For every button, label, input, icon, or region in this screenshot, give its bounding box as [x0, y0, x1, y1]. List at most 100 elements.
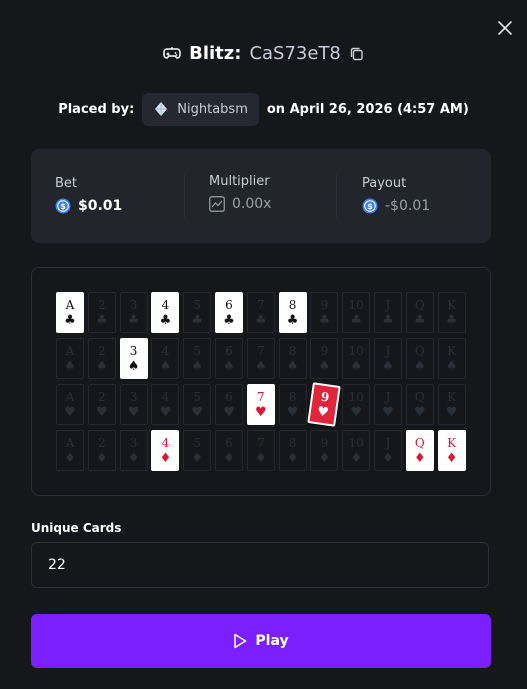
card-5-spades: 5 ♠ [183, 338, 212, 379]
card-j-clubs: J ♣ [374, 292, 402, 333]
card-9-clubs: 9 ♣ [310, 292, 339, 333]
card-10-diamonds: 10 ♦ [342, 430, 371, 471]
gamepad-icon [163, 47, 181, 59]
card-rank: 10 [348, 343, 364, 358]
card-rank: J [385, 297, 391, 312]
spades-suit-icon: ♠ [382, 358, 394, 374]
card-rank: 6 [225, 435, 233, 450]
spades-suit-icon: ♠ [318, 358, 331, 374]
user-chip[interactable]: Nightabsm [142, 92, 259, 126]
spades-suit-icon: ♠ [413, 358, 426, 374]
hearts-suit-icon: ♥ [127, 404, 140, 420]
clubs-suit-icon: ♣ [445, 312, 458, 328]
card-rank: K [447, 435, 457, 450]
clubs-suit-icon: ♣ [64, 312, 76, 328]
copy-icon[interactable] [349, 46, 364, 61]
diamonds-suit-icon: ♦ [159, 450, 172, 466]
card-7-hearts: 7 ♥ [246, 384, 275, 425]
card-rank: Q [414, 343, 425, 358]
clubs-suit-icon: ♣ [413, 312, 426, 328]
svg-text:$: $ [60, 202, 66, 211]
bet-label: Bet [55, 176, 78, 191]
card-rank: 5 [193, 435, 201, 450]
card-rank: 10 [348, 297, 364, 312]
close-button[interactable] [494, 17, 516, 39]
card-rank: A [65, 343, 75, 358]
card-2-clubs: 2 ♣ [87, 292, 116, 333]
hearts-suit-icon: ♥ [159, 404, 172, 420]
clubs-suit-icon: ♣ [223, 312, 235, 328]
bet-value: $0.01 [78, 198, 123, 214]
card-rank: K [447, 389, 457, 404]
card-rank: 2 [97, 297, 106, 312]
bet-id: CaS73eT8 [249, 42, 341, 64]
game-name: Blitz: [189, 42, 242, 64]
clubs-suit-icon: ♣ [191, 312, 204, 328]
card-rank: K [447, 343, 457, 358]
hearts-suit-icon: ♥ [223, 404, 235, 420]
card-10-hearts: 10 ♥ [342, 384, 371, 425]
card-rank: 2 [97, 343, 106, 358]
card-rank: 7 [256, 435, 265, 450]
card-rank: J [385, 435, 391, 450]
hearts-suit-icon: ♥ [64, 404, 76, 420]
diamonds-suit-icon: ♦ [318, 450, 331, 466]
card-3-diamonds: 3 ♦ [119, 430, 148, 471]
usd-coin-icon: $ [55, 198, 71, 214]
spades-suit-icon: ♠ [350, 358, 363, 374]
card-k-hearts: K ♥ [437, 384, 466, 425]
card-k-diamonds: K ♦ [437, 430, 466, 471]
card-rank: Q [414, 297, 425, 312]
card-k-clubs: K ♣ [437, 292, 466, 333]
card-6-spades: 6 ♠ [215, 338, 243, 379]
hearts-suit-icon: ♥ [95, 404, 108, 420]
card-8-diamonds: 8 ♦ [278, 430, 307, 471]
diamonds-suit-icon: ♦ [382, 450, 394, 466]
card-rank: 6 [225, 297, 233, 312]
card-9-diamonds: 9 ♦ [310, 430, 339, 471]
card-rank: Q [414, 435, 425, 450]
hearts-suit-icon: ♥ [191, 404, 204, 420]
svg-text:$: $ [367, 202, 373, 211]
card-q-hearts: Q ♥ [405, 384, 434, 425]
hearts-suit-icon: ♥ [350, 404, 363, 420]
placed-date: on April 26, 2026 (4:57 AM) [266, 101, 469, 117]
card-rank: 5 [193, 343, 201, 358]
card-rank: 5 [193, 297, 201, 312]
diamonds-suit-icon: ♦ [95, 450, 108, 466]
card-q-spades: Q ♠ [405, 338, 434, 379]
card-10-clubs: 10 ♣ [342, 292, 371, 333]
spades-suit-icon: ♠ [286, 358, 299, 374]
hearts-suit-icon: ♥ [286, 404, 299, 420]
card-rank: 9 [320, 297, 329, 312]
card-rank: 8 [288, 435, 297, 450]
diamonds-suit-icon: ♦ [286, 450, 299, 466]
card-3-clubs: 3 ♣ [119, 292, 148, 333]
card-9-spades: 9 ♠ [310, 338, 339, 379]
hearts-suit-icon: ♥ [254, 404, 267, 420]
diamonds-suit-icon: ♦ [350, 450, 363, 466]
payout-label: Payout [362, 176, 407, 191]
card-7-diamonds: 7 ♦ [246, 430, 275, 471]
card-rank: Q [414, 389, 425, 404]
card-5-hearts: 5 ♥ [183, 384, 212, 425]
card-7-spades: 7 ♠ [246, 338, 275, 379]
card-4-spades: 4 ♠ [151, 338, 180, 379]
clubs-suit-icon: ♣ [159, 312, 172, 328]
card-rank: 7 [256, 297, 265, 312]
card-rank: 3 [129, 389, 138, 404]
card-2-spades: 2 ♠ [87, 338, 116, 379]
card-board: A ♣ 2 ♣ 3 ♣ 4 ♣ 5 ♣ 6 ♣ 7 ♣ 8 ♣ 9 ♣ 10 ♣ J ♣ Q ♣ K ♣ A ♠ 2 ♠ 3 ♠ 4 ♠ 5 ♠ 6 ♠ 7… [31, 267, 491, 496]
card-8-clubs: 8 ♣ [278, 292, 307, 333]
diamonds-suit-icon: ♦ [64, 450, 76, 466]
card-2-hearts: 2 ♥ [87, 384, 116, 425]
play-button[interactable]: Play [31, 614, 491, 668]
divider [184, 175, 185, 217]
card-rank: 7 [256, 343, 265, 358]
card-rank: 5 [193, 389, 201, 404]
card-rank: A [65, 435, 75, 450]
unique-cards-label: Unique Cards [31, 521, 122, 535]
card-rank: 9 [320, 389, 331, 405]
card-a-diamonds: A ♦ [56, 430, 84, 471]
multiplier-label: Multiplier [209, 174, 270, 189]
